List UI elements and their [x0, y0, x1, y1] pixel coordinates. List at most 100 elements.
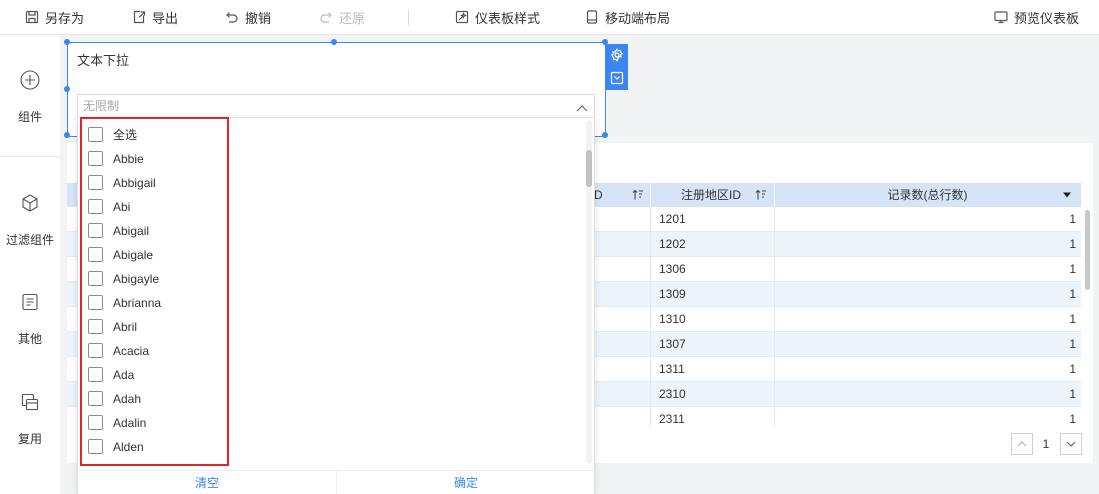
page-down-button[interactable] [1060, 433, 1082, 455]
checkbox[interactable] [88, 391, 103, 406]
undo-button[interactable]: 撤销 [225, 0, 271, 34]
option-label: Abrianna [113, 296, 162, 310]
option-label: Abbie [113, 152, 144, 166]
save-as-label: 另存为 [45, 10, 85, 26]
column-header-record-count[interactable]: 记录数(总行数) [774, 183, 1081, 207]
mobile-icon [585, 10, 599, 24]
list-item[interactable]: Abigayle [78, 267, 578, 291]
export-label: 导出 [152, 10, 179, 26]
redo-label: 还原 [339, 10, 366, 26]
checkbox[interactable] [88, 295, 103, 310]
list-item[interactable]: Abbigail [78, 171, 578, 195]
column-header-first[interactable]: D [594, 183, 603, 207]
option-label: Acacia [113, 344, 150, 358]
confirm-button[interactable]: 确定 [337, 471, 595, 494]
mobile-layout-button[interactable]: 移动端布局 [585, 0, 670, 34]
option-list-scrollbar[interactable] [586, 150, 592, 187]
checkbox[interactable] [88, 319, 103, 334]
export-icon [132, 10, 146, 24]
list-item[interactable]: Abigale [78, 243, 578, 267]
option-label: Abi [113, 200, 131, 214]
gear-icon[interactable] [610, 48, 624, 62]
sidebar-item-label: 复用 [17, 432, 42, 446]
checkbox[interactable] [88, 127, 103, 142]
checkbox[interactable] [88, 271, 103, 286]
option-label: Adalin [113, 416, 147, 430]
sort-icon[interactable] [755, 189, 767, 201]
list-item[interactable]: Abi [78, 195, 578, 219]
resize-handle[interactable] [64, 39, 70, 45]
chevron-up-icon [1017, 441, 1027, 447]
table-cell-region-id: 2310 [650, 382, 774, 406]
list-item[interactable]: Ada [78, 363, 578, 387]
resize-handle[interactable] [602, 132, 608, 138]
dropdown-panel: 全选 Abbie Abbigail Abi Abigail Abigale Ab… [77, 117, 595, 494]
table-cell-count: 1 [774, 257, 1081, 281]
preview-dashboard-button[interactable]: 预览仪表板 [994, 0, 1079, 34]
dropdown-placeholder: 无限制 [83, 99, 120, 113]
sidebar-item-filter-components[interactable]: 过滤组件 [0, 181, 60, 253]
resize-handle[interactable] [64, 132, 70, 138]
option-select-all[interactable]: 全选 [78, 123, 578, 147]
list-item[interactable]: Abrianna [78, 291, 578, 315]
option-list: 全选 Abbie Abbigail Abi Abigail Abigale Ab… [78, 118, 583, 470]
page-up-button[interactable] [1011, 433, 1033, 455]
component-sidebar: 组件 过滤组件 其他 复用 [0, 35, 60, 494]
option-label: Abigail [113, 224, 150, 238]
table-cell-count: 1 [774, 382, 1081, 406]
clear-button[interactable]: 清空 [78, 471, 336, 494]
column-divider[interactable] [650, 183, 651, 207]
resize-handle[interactable] [331, 39, 337, 45]
sort-icon[interactable] [632, 189, 644, 201]
table-cell-region-id: 1307 [650, 332, 774, 356]
table-cell-count: 1 [774, 232, 1081, 256]
option-label: Alden [113, 440, 144, 454]
collapse-menu-icon[interactable] [610, 71, 624, 85]
checkbox[interactable] [88, 175, 103, 190]
chevron-down-icon [1066, 441, 1076, 447]
checkbox[interactable] [88, 247, 103, 262]
dashboard-style-button[interactable]: 仪表板样式 [455, 0, 540, 34]
redo-button[interactable]: 还原 [319, 0, 365, 34]
table-cell-count: 1 [774, 307, 1081, 331]
sidebar-item-components[interactable]: 组件 [0, 58, 60, 130]
mobile-layout-label: 移动端布局 [605, 10, 671, 26]
option-label: Abigayle [113, 272, 160, 286]
checkbox[interactable] [88, 367, 103, 382]
list-item[interactable]: Abigail [78, 219, 578, 243]
column-header-region-id[interactable]: 注册地区ID [681, 183, 741, 207]
sidebar-item-reuse[interactable]: 复用 [0, 380, 60, 452]
list-item[interactable]: Adah [78, 387, 578, 411]
list-item[interactable]: Abril [78, 315, 578, 339]
list-item[interactable]: Abbie [78, 147, 578, 171]
dashboard-editor: 另存为 导出 撤销 还原 仪表板样式 移动端布局 预览仪表板 组件 过滤组件 其… [0, 0, 1099, 494]
checkbox[interactable] [88, 415, 103, 430]
checkbox[interactable] [88, 199, 103, 214]
widget-tool-strip [606, 44, 628, 90]
dropdown-select[interactable]: 无限制 [77, 94, 595, 118]
table-cell-region-id: 1310 [650, 307, 774, 331]
table-cell-region-id: 1311 [650, 357, 774, 381]
sidebar-item-other[interactable]: 其他 [0, 280, 60, 352]
table-cell-count: 1 [774, 357, 1081, 381]
checkbox[interactable] [88, 223, 103, 238]
undo-icon [225, 10, 239, 24]
table-cell-count: 1 [774, 332, 1081, 356]
save-as-button[interactable]: 另存为 [25, 0, 84, 34]
resize-handle[interactable] [64, 86, 70, 92]
top-toolbar: 另存为 导出 撤销 还原 仪表板样式 移动端布局 预览仪表板 [0, 0, 1099, 35]
caret-down-icon[interactable] [1062, 189, 1074, 201]
checkbox[interactable] [88, 343, 103, 358]
dashboard-style-icon [455, 10, 469, 24]
checkbox[interactable] [88, 439, 103, 454]
list-item[interactable]: Adalin [78, 411, 578, 435]
checkbox[interactable] [88, 151, 103, 166]
list-item[interactable]: Alden [78, 435, 578, 459]
list-item[interactable]: Acacia [78, 339, 578, 363]
table-cell-region-id: 1202 [650, 232, 774, 256]
sidebar-divider [0, 156, 60, 157]
export-button[interactable]: 导出 [132, 0, 178, 34]
undo-label: 撤销 [245, 10, 272, 26]
table-scrollbar[interactable] [1085, 210, 1090, 290]
option-label: Ada [113, 368, 135, 382]
